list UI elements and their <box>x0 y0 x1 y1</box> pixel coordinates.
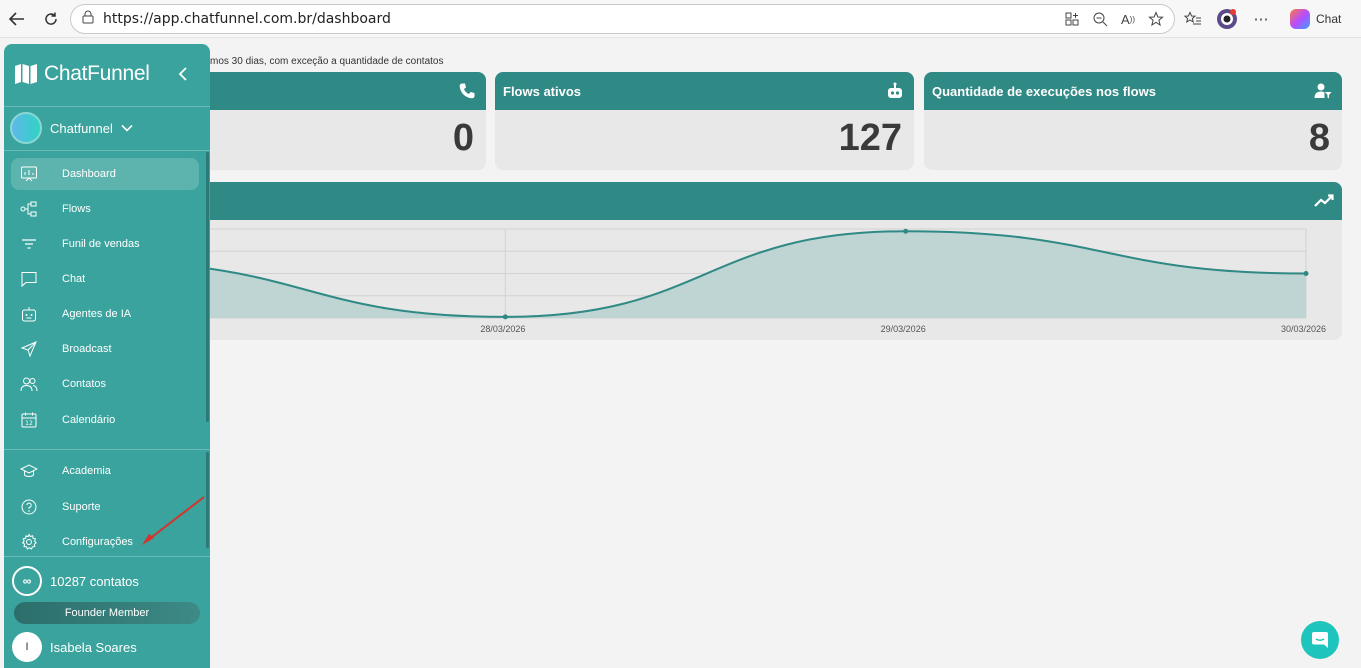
graduation-icon <box>19 461 39 481</box>
read-aloud-icon[interactable]: A)) <box>1118 9 1138 29</box>
sidebar-item-contatos[interactable]: Contatos <box>11 368 199 400</box>
avatar: I <box>12 632 42 662</box>
menu-scrollbar[interactable] <box>206 152 209 422</box>
sidebar-item-label: Suporte <box>62 501 101 513</box>
copilot-icon <box>1290 9 1310 29</box>
url-text[interactable]: https://app.chatfunnel.com.br/dashboard <box>103 11 391 27</box>
infinity-icon: ∞ <box>12 566 42 596</box>
dashboard-icon <box>19 164 39 184</box>
profile-icon[interactable] <box>1216 8 1238 30</box>
collapse-sidebar-icon[interactable] <box>178 64 188 87</box>
support-chat-button[interactable] <box>1301 621 1339 659</box>
brand-name: ChatFunnel <box>44 62 150 85</box>
sidebar-item-label: Chat <box>62 273 86 285</box>
x-tick-label: 28/03/2026 <box>480 324 526 334</box>
funnel-icon <box>19 234 39 254</box>
brand[interactable]: ChatFunnel <box>14 62 150 86</box>
help-icon <box>19 497 39 517</box>
series-area <box>150 231 1306 318</box>
chevron-down-icon <box>121 119 133 137</box>
chatfunnel-logo-icon <box>14 63 38 85</box>
sidebar-item-dashboard[interactable]: Dashboard <box>11 158 199 190</box>
favorites-icon[interactable] <box>1182 8 1204 30</box>
sidebar-item-label: Flows <box>62 203 91 215</box>
data-point[interactable] <box>903 228 909 234</box>
stat-card-execucoes: Quantidade de execuções nos flows 8 <box>924 72 1342 170</box>
executions-chart-panel: 28/03/2026 29/03/2026 30/03/2026 <box>150 182 1342 340</box>
contacts-icon <box>19 374 39 394</box>
stat-card-flows-ativos: Flows ativos 127 <box>495 72 914 170</box>
founder-member-badge[interactable]: Founder Member <box>14 602 200 624</box>
divider <box>4 106 210 107</box>
chat-icon <box>19 269 39 289</box>
trending-icon <box>1314 192 1334 210</box>
card-value: 127 <box>838 117 902 159</box>
browser-toolbar: https://app.chatfunnel.com.br/dashboard … <box>0 0 1361 38</box>
workspace-selector[interactable]: Chatfunnel <box>10 112 133 144</box>
workspace-avatar <box>10 112 42 144</box>
zoom-icon[interactable] <box>1090 9 1110 29</box>
data-point[interactable] <box>502 314 508 320</box>
sidebar-item-label: Academia <box>62 465 111 477</box>
robot-icon <box>886 82 904 100</box>
contacts-text: 10287 contatos <box>50 573 139 589</box>
red-arrow-annotation <box>142 496 205 545</box>
card-header: Quantidade de execuções nos flows <box>924 72 1342 110</box>
sidebar-item-label: Configurações <box>62 536 133 548</box>
divider <box>4 150 210 151</box>
sidebar-item-label: Contatos <box>62 378 107 390</box>
card-title: Flows ativos <box>503 83 582 99</box>
card-header: Flows ativos <box>495 72 914 110</box>
contacts-count: ∞ 10287 contatos <box>12 566 139 596</box>
phone-icon <box>458 82 476 100</box>
x-tick-label: 29/03/2026 <box>880 324 926 334</box>
robot-icon <box>19 304 39 324</box>
card-title: Quantidade de execuções nos flows <box>932 83 1156 99</box>
user-filter-icon <box>1314 82 1332 100</box>
sidebar-item-label: Funil de vendas <box>62 238 140 250</box>
divider <box>4 449 210 450</box>
user-name: Isabela Soares <box>50 639 137 655</box>
sidebar-item-broadcast[interactable]: Broadcast <box>11 333 199 365</box>
workspace-name: Chatfunnel <box>50 120 113 136</box>
sidebar-item-label: Broadcast <box>62 343 112 355</box>
gear-icon <box>19 532 39 552</box>
sidebar: ChatFunnel Chatfunnel Dashboard Flows Fu… <box>4 44 210 668</box>
sidebar-item-chat[interactable]: Chat <box>11 263 199 295</box>
svg-text:12: 12 <box>25 420 33 427</box>
sidebar-item-academia[interactable]: Academia <box>11 455 199 487</box>
copilot-chat-button[interactable]: Chat <box>1284 7 1347 31</box>
sidebar-item-label: Dashboard <box>62 168 116 180</box>
user-profile[interactable]: I Isabela Soares <box>12 632 137 662</box>
card-value: 8 <box>1308 117 1330 159</box>
sidebar-item-funil-de-vendas[interactable]: Funil de vendas <box>11 228 199 260</box>
site-info-icon[interactable] <box>81 10 95 29</box>
app-available-icon[interactable] <box>1062 9 1082 29</box>
calendar-icon: 12 <box>19 410 39 430</box>
favorite-star-icon[interactable] <box>1146 9 1166 29</box>
period-info-text: mos 30 dias, com exceção a quantidade de… <box>210 56 444 67</box>
sidebar-item-agentes-de-ia[interactable]: Agentes de IA <box>11 298 199 330</box>
data-point[interactable] <box>1303 271 1309 276</box>
address-bar[interactable]: https://app.chatfunnel.com.br/dashboard … <box>70 4 1175 34</box>
sidebar-item-label: Calendário <box>62 414 116 426</box>
back-button[interactable] <box>2 4 32 34</box>
card-value: 0 <box>452 117 474 159</box>
send-icon <box>19 339 39 359</box>
x-tick-label: 30/03/2026 <box>1281 324 1327 334</box>
sidebar-item-flows[interactable]: Flows <box>11 193 199 225</box>
flows-icon <box>19 199 39 219</box>
sidebar-item-calendario[interactable]: 12 Calendário <box>11 404 199 436</box>
sidebar-item-label: Agentes de IA <box>62 308 132 320</box>
chart-header <box>150 182 1342 220</box>
reload-button[interactable] <box>36 4 66 34</box>
divider <box>4 556 210 557</box>
executions-area-chart <box>150 228 1309 320</box>
chat-label: Chat <box>1316 12 1342 26</box>
more-options-icon[interactable]: ⋯ <box>1250 8 1272 30</box>
